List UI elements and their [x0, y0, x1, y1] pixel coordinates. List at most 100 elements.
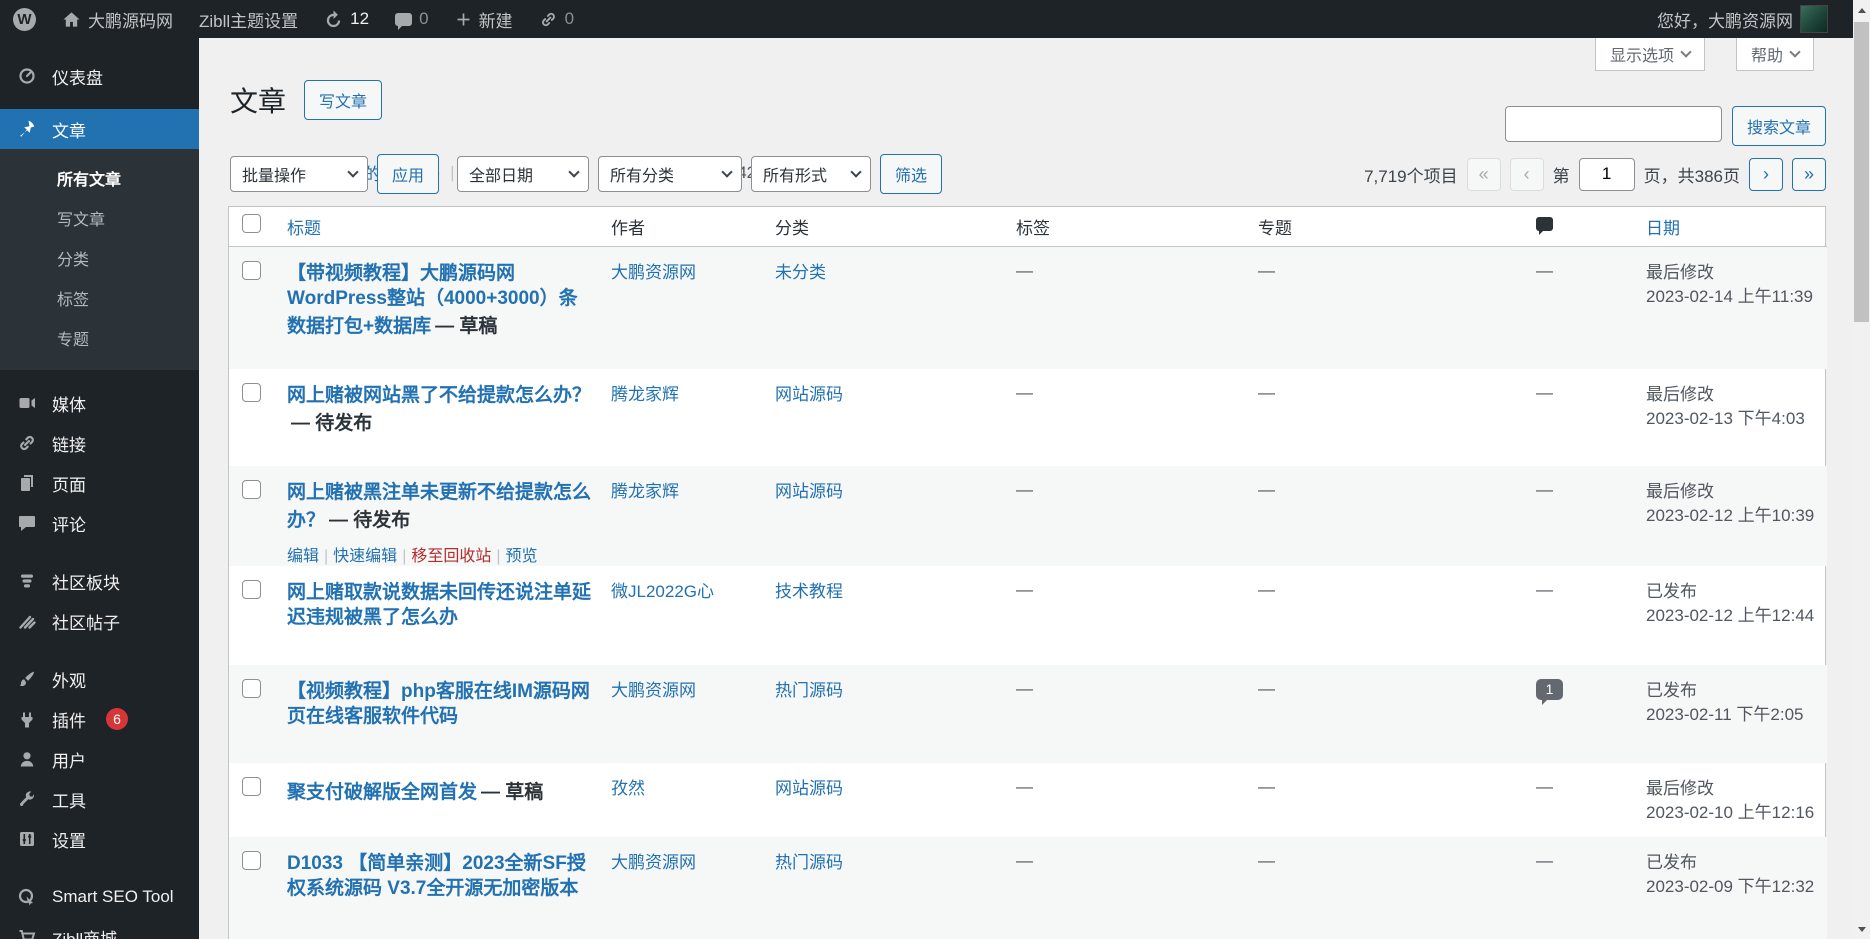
chevron-down-icon	[721, 166, 732, 177]
post-author-link[interactable]: 大鹏资源网	[611, 263, 696, 282]
sidebar-item-community-posts[interactable]: 社区帖子	[0, 601, 199, 641]
post-category-link[interactable]: 热门源码	[775, 853, 843, 872]
post-title-link[interactable]: 聚支付破解版全网首发	[287, 782, 477, 803]
submenu-add-post[interactable]: 写文章	[0, 198, 199, 238]
post-title-link[interactable]: 【视频教程】php客服在线IM源码网页在线客服软件代码	[287, 681, 590, 727]
chain-link-icon	[539, 10, 558, 29]
post-status-suffix: — 待发布	[329, 510, 410, 531]
quick-edit-action[interactable]: 快速编辑	[333, 548, 397, 565]
format-filter-select[interactable]: 所有形式	[751, 156, 871, 192]
chain-link-icon	[15, 433, 39, 453]
row-checkbox[interactable]	[242, 480, 261, 499]
sort-date-header[interactable]: 日期	[1646, 219, 1680, 238]
post-author-link[interactable]: 大鹏资源网	[611, 853, 696, 872]
post-category-link[interactable]: 技术教程	[775, 582, 843, 601]
date-status: 最后修改	[1646, 480, 1817, 504]
select-all-checkbox[interactable]	[242, 214, 261, 233]
post-category-link[interactable]: 热门源码	[775, 681, 843, 700]
updates-menu[interactable]: 12	[311, 0, 382, 38]
comments-value: —	[1536, 261, 1553, 280]
sidebar-item-links[interactable]: 链接	[0, 423, 199, 463]
scrollbar-thumb[interactable]	[1854, 22, 1869, 322]
screen-options-button[interactable]: 显示选项	[1595, 38, 1705, 71]
posts-table: 标题 作者 分类 标签 专题 日期 【带视频教程】大鹏源码网WordPress整…	[228, 206, 1826, 939]
last-page-button[interactable]: »	[1792, 158, 1826, 191]
post-author-link[interactable]: 腾龙家辉	[611, 385, 679, 404]
updates-icon	[324, 10, 343, 29]
sidebar-item-smart-seo-tool[interactable]: Smart SEO Tool	[0, 877, 199, 917]
row-checkbox[interactable]	[242, 777, 261, 796]
current-page-input[interactable]	[1579, 158, 1635, 191]
preview-action[interactable]: 预览	[506, 548, 538, 565]
post-author-link[interactable]: 腾龙家辉	[611, 482, 679, 501]
post-title-link[interactable]: 网上赌被网站黑了不给提款怎么办？	[287, 385, 591, 406]
row-checkbox[interactable]	[242, 580, 261, 599]
search-posts-button[interactable]: 搜索文章	[1732, 106, 1826, 146]
comment-count-bubble[interactable]: 1	[1536, 679, 1563, 700]
post-title-link[interactable]: 【带视频教程】大鹏源码网WordPress整站（4000+3000）条数据打包+…	[287, 263, 578, 337]
search-input[interactable]	[1505, 106, 1722, 142]
row-checkbox[interactable]	[242, 383, 261, 402]
category-filter-select[interactable]: 所有分类	[598, 156, 742, 192]
links-menu[interactable]: 0	[526, 0, 587, 38]
row-checkbox[interactable]	[242, 261, 261, 280]
post-category-link[interactable]: 未分类	[775, 263, 826, 282]
topic-value: —	[1258, 679, 1275, 698]
posts-submenu: 所有文章 写文章 分类 标签 专题	[0, 149, 199, 370]
sidebar-item-settings[interactable]: 设置	[0, 819, 199, 859]
post-category-link[interactable]: 网站源码	[775, 482, 843, 501]
wordpress-menu[interactable]	[0, 0, 49, 38]
add-new-post-button[interactable]: 写文章	[304, 80, 382, 120]
sidebar-item-posts[interactable]: 文章	[0, 109, 199, 149]
sidebar-item-tools[interactable]: 工具	[0, 779, 199, 819]
row-checkbox[interactable]	[242, 851, 261, 870]
sidebar-item-pages[interactable]: 页面	[0, 463, 199, 503]
post-category-link[interactable]: 网站源码	[775, 779, 843, 798]
date-value: 2023-02-11 下午2:05	[1646, 703, 1817, 727]
post-author-link[interactable]: 微JL2022G心	[611, 582, 714, 601]
help-button[interactable]: 帮助	[1736, 38, 1814, 71]
new-content-menu[interactable]: 新建	[442, 0, 526, 38]
sidebar-item-appearance[interactable]: 外观	[0, 659, 199, 699]
submenu-topics[interactable]: 专题	[0, 318, 199, 358]
table-row: 网上赌取款说数据未回传还说注单延迟违规被黑了怎么办 微JL2022G心 技术教程…	[229, 566, 1827, 665]
row-checkbox[interactable]	[242, 679, 261, 698]
trash-action[interactable]: 移至回收站	[411, 548, 491, 565]
sort-title-header[interactable]: 标题	[287, 219, 321, 238]
admin-bar: 大鹏源码网 Zibll主题设置 12 0 新建 0 您好，大鹏资源网	[0, 0, 1853, 38]
visit-site-link[interactable]: 大鹏源码网	[49, 0, 186, 38]
vertical-scrollbar[interactable]	[1853, 0, 1870, 939]
post-author-link[interactable]: 大鹏资源网	[611, 681, 696, 700]
next-page-button[interactable]: ›	[1749, 158, 1783, 191]
zibll-theme-settings-menu[interactable]: Zibll主题设置	[186, 0, 311, 38]
sidebar-item-dashboard[interactable]: 仪表盘	[0, 56, 199, 96]
sidebar-label: 页面	[52, 471, 86, 496]
date-value: 2023-02-12 上午10:39	[1646, 504, 1817, 528]
screen-options-label: 显示选项	[1610, 42, 1674, 66]
scroll-down-button[interactable]	[1853, 919, 1870, 939]
scroll-up-button[interactable]	[1853, 0, 1870, 20]
post-category-link[interactable]: 网站源码	[775, 385, 843, 404]
apply-button[interactable]: 应用	[377, 154, 439, 194]
strokes-icon	[15, 611, 39, 631]
sidebar-item-plugins[interactable]: 插件 6	[0, 699, 199, 739]
post-author-link[interactable]: 孜然	[611, 779, 645, 798]
post-title-link[interactable]: 网上赌取款说数据未回传还说注单延迟违规被黑了怎么办	[287, 582, 591, 628]
tags-value: —	[1016, 480, 1033, 499]
account-menu[interactable]: 您好，大鹏资源网	[1644, 5, 1841, 33]
date-filter-select[interactable]: 全部日期	[457, 156, 589, 192]
sidebar-item-media[interactable]: 媒体	[0, 383, 199, 423]
submenu-categories[interactable]: 分类	[0, 238, 199, 278]
page-title: 文章	[230, 80, 286, 120]
filter-button[interactable]: 筛选	[880, 154, 942, 194]
sidebar-item-comments[interactable]: 评论	[0, 503, 199, 543]
submenu-tags[interactable]: 标签	[0, 278, 199, 318]
sidebar-item-users[interactable]: 用户	[0, 739, 199, 779]
comments-menu[interactable]: 0	[382, 0, 441, 38]
post-title-link[interactable]: D1033 【简单亲测】2023全新SF授权系统源码 V3.7全开源无加密版本	[287, 853, 586, 899]
edit-action[interactable]: 编辑	[287, 548, 319, 565]
sidebar-item-zibll-shop[interactable]: Zibll商城	[0, 917, 199, 939]
sidebar-item-community-boards[interactable]: 社区板块	[0, 561, 199, 601]
submenu-all-posts[interactable]: 所有文章	[0, 158, 199, 198]
bulk-actions-select[interactable]: 批量操作	[230, 156, 368, 192]
